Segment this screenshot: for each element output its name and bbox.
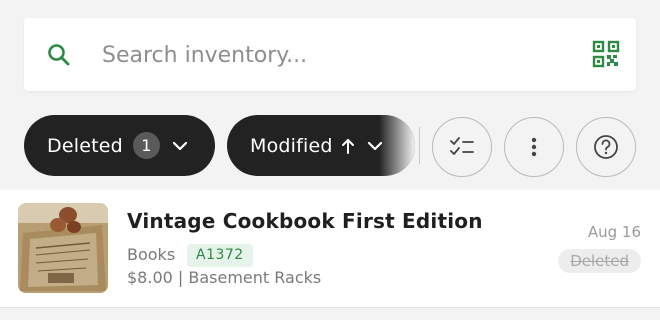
qr-scan-icon[interactable] xyxy=(592,40,620,68)
sku-badge: A1372 xyxy=(187,244,253,267)
cookbook-photo-icon xyxy=(18,203,108,293)
sort-chip[interactable]: Modified xyxy=(227,115,415,176)
more-vertical-icon xyxy=(531,137,537,157)
search-icon xyxy=(48,44,70,66)
search-bar[interactable] xyxy=(24,18,636,91)
item-date: Aug 16 xyxy=(587,223,641,241)
item-name: Vintage Cookbook First Edition xyxy=(127,209,483,233)
chevron-down-icon xyxy=(172,141,187,150)
item-thumbnail xyxy=(18,203,108,293)
toolbar-divider xyxy=(419,127,420,164)
status-badge: Deleted xyxy=(558,249,641,273)
filter-toolbar: Deleted 1 Modified xyxy=(0,100,660,190)
filter-count-badge: 1 xyxy=(132,132,160,159)
search-input[interactable] xyxy=(102,38,562,72)
sort-label: Modified xyxy=(250,134,333,157)
item-category: Books xyxy=(127,245,176,264)
help-button[interactable] xyxy=(576,117,636,177)
more-options-button[interactable] xyxy=(504,117,564,177)
arrow-up-icon xyxy=(341,138,354,154)
list-item[interactable]: Vintage Cookbook First Edition Books A13… xyxy=(0,190,660,308)
help-icon xyxy=(594,135,618,159)
status-filter-label: Deleted xyxy=(47,134,123,157)
item-price-location: $8.00 | Basement Racks xyxy=(127,268,322,287)
checklist-icon xyxy=(450,137,474,155)
select-mode-button[interactable] xyxy=(432,117,492,177)
overflow-fade xyxy=(379,115,415,176)
status-filter-chip[interactable]: Deleted 1 xyxy=(24,115,215,176)
